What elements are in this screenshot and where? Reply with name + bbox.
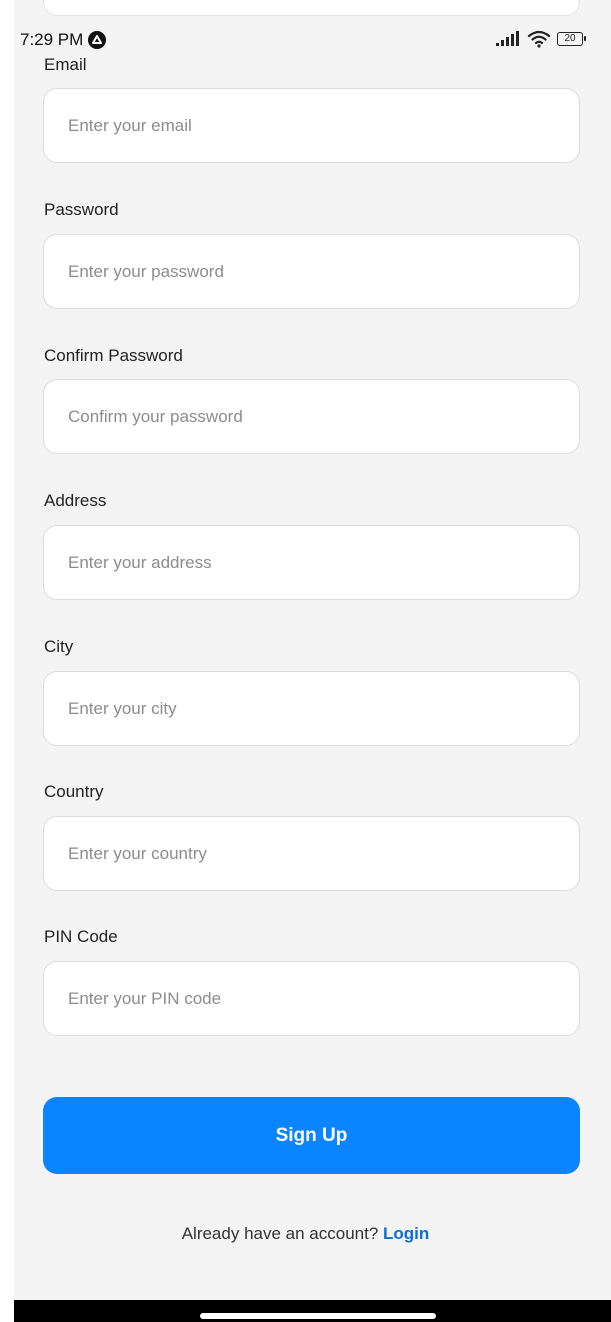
- pin-code-input[interactable]: [43, 961, 580, 1036]
- address-label: Address: [44, 491, 107, 510]
- login-link[interactable]: Login: [383, 1224, 429, 1243]
- pin-code-label: PIN Code: [44, 927, 118, 946]
- city-input[interactable]: [43, 671, 580, 746]
- sign-up-button[interactable]: Sign Up: [43, 1097, 580, 1174]
- password-label: Password: [44, 200, 119, 219]
- signup-screen: 7:29 PM 20 Email Password Confirm Passwo…: [0, 0, 611, 1322]
- status-bar-left: 7:29 PM: [20, 30, 107, 50]
- address-input[interactable]: [43, 525, 580, 600]
- status-time: 7:29 PM: [20, 30, 84, 49]
- email-label: Email: [44, 55, 87, 74]
- battery-level: 20: [564, 33, 576, 44]
- city-label: City: [44, 637, 74, 656]
- login-prompt: Already have an account? Login: [0, 1224, 611, 1244]
- signal-icon: [496, 31, 519, 46]
- navigation-bar: [14, 1300, 611, 1322]
- email-input[interactable]: [43, 88, 580, 163]
- login-prompt-text: Already have an account?: [181, 1224, 379, 1243]
- app-notification-icon: [88, 31, 107, 49]
- confirm-password-input[interactable]: [43, 379, 580, 454]
- battery-icon: 20: [557, 32, 586, 46]
- country-label: Country: [44, 782, 104, 801]
- home-indicator[interactable]: [200, 1313, 436, 1319]
- wifi-icon: [527, 30, 551, 48]
- country-input[interactable]: [43, 816, 580, 891]
- status-bar-right: 20: [495, 30, 586, 48]
- scrolled-input-edge[interactable]: [43, 0, 580, 16]
- confirm-password-label: Confirm Password: [44, 346, 183, 365]
- password-input[interactable]: [43, 234, 580, 309]
